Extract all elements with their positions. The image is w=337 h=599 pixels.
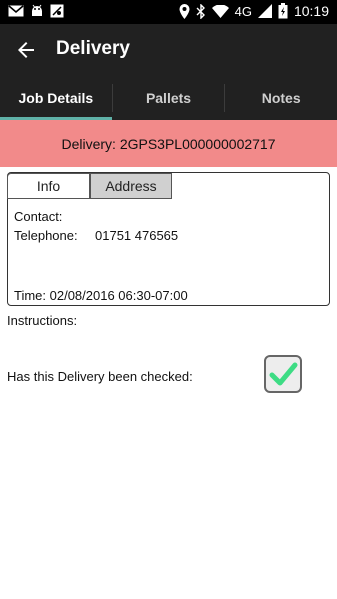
signal-icon xyxy=(257,4,272,18)
panel-tab-address-label: Address xyxy=(105,178,157,194)
android-icon xyxy=(30,4,44,18)
delivery-checked-checkbox[interactable] xyxy=(264,355,302,393)
location-icon xyxy=(179,3,190,19)
panel-tab-address[interactable]: Address xyxy=(90,173,172,199)
panel-tab-info-label: Info xyxy=(36,178,61,194)
tab-job-details[interactable]: Job Details xyxy=(0,76,112,120)
checked-label: Has this Delivery been checked: xyxy=(7,369,193,384)
network-type: 4G xyxy=(234,3,252,19)
tab-notes[interactable]: Notes xyxy=(225,76,337,120)
status-bar: 4G 10:19 xyxy=(0,0,337,24)
status-left-icons xyxy=(8,4,64,18)
panel-tab-info[interactable]: Info xyxy=(7,173,90,199)
contact-label: Contact: xyxy=(14,209,63,224)
instructions-label: Instructions: xyxy=(7,313,78,328)
telephone-label: Telephone: xyxy=(14,228,78,243)
telephone-value: 01751 476565 xyxy=(95,228,179,243)
delivery-id: Delivery: 2GPS3PL000000002717 xyxy=(61,135,276,152)
checkmark-icon xyxy=(269,362,298,386)
tab-pallets[interactable]: Pallets xyxy=(113,76,225,120)
back-button[interactable] xyxy=(14,38,38,62)
map-icon xyxy=(50,4,64,18)
delivery-banner: Delivery: 2GPS3PL000000002717 xyxy=(0,120,337,167)
tab-bar: Job Details Pallets Notes xyxy=(0,76,337,120)
wifi-icon xyxy=(211,4,229,18)
page-title: Delivery xyxy=(56,38,130,59)
delivery-time: Time: 02/08/2016 06:30-07:00 xyxy=(14,288,188,303)
arrow-left-icon xyxy=(18,42,34,58)
gmail-icon xyxy=(8,5,24,17)
info-panel: Info Address Contact: Telephone: 01751 4… xyxy=(7,172,330,306)
status-right-icons: 4G 10:19 xyxy=(179,3,329,19)
app-bar: Delivery xyxy=(0,24,337,76)
bluetooth-icon xyxy=(196,3,206,19)
battery-icon xyxy=(278,3,288,19)
clock: 10:19 xyxy=(293,3,329,19)
